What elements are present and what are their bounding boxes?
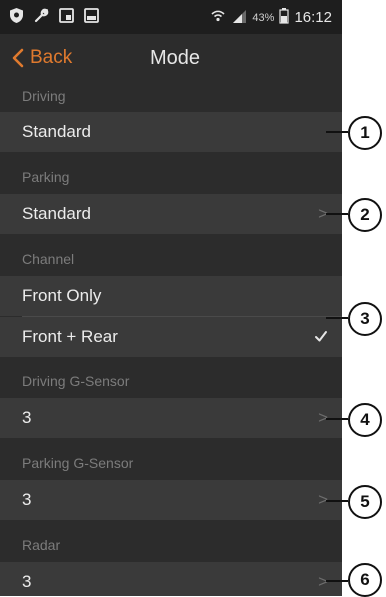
row-value: 3	[22, 572, 32, 591]
row-radar[interactable]: 3 >	[0, 562, 342, 596]
phone-screen: 43% 16:12 Back Mode Driving Standard Par…	[0, 0, 342, 596]
section-label-driving: Driving	[0, 82, 342, 116]
callout-leader-line	[326, 580, 348, 582]
row-parking-mode[interactable]: Standard >	[0, 194, 342, 234]
nav-bar: Back Mode	[0, 34, 342, 84]
row-value: Standard	[22, 122, 91, 141]
wifi-icon	[210, 8, 226, 27]
image-icon	[83, 7, 100, 24]
signal-icon	[231, 8, 247, 27]
row-value: 3	[22, 408, 32, 427]
section-label-parking: Parking	[0, 163, 342, 197]
row-value: 3	[22, 490, 32, 509]
callout-leader-line	[326, 213, 348, 215]
callout-3: 3	[348, 302, 382, 336]
callout-6: 6	[348, 563, 382, 597]
section-label-driving-g-sensor: Driving G-Sensor	[0, 367, 342, 401]
callout-leader-line	[326, 131, 348, 133]
row-driving-mode[interactable]: Standard	[0, 112, 342, 152]
row-value: Front + Rear	[22, 327, 118, 346]
battery-percent: 43%	[252, 11, 275, 24]
wrench-icon	[33, 7, 50, 24]
callout-leader-line	[326, 317, 348, 319]
page-title: Mode	[150, 47, 201, 69]
checkmark-icon	[315, 331, 327, 342]
callout-leader-line	[326, 418, 348, 420]
row-channel-front-rear[interactable]: Front + Rear	[0, 317, 342, 357]
battery-icon	[279, 8, 290, 27]
row-value: Standard	[22, 204, 91, 223]
row-parking-g-sensor[interactable]: 3 >	[0, 480, 342, 520]
row-driving-g-sensor[interactable]: 3 >	[0, 398, 342, 438]
chevron-right-icon: >	[318, 572, 328, 591]
callout-2: 2	[348, 198, 382, 232]
section-label-parking-g-sensor: Parking G-Sensor	[0, 449, 342, 483]
back-label: Back	[30, 47, 73, 68]
callout-5: 5	[348, 485, 382, 519]
row-channel-front-only[interactable]: Front Only	[0, 276, 342, 316]
back-button[interactable]: Back	[12, 47, 72, 69]
clock: 16:12	[294, 9, 332, 26]
callout-1: 1	[348, 116, 382, 150]
screenshot-icon	[58, 7, 75, 24]
section-label-radar: Radar	[0, 531, 342, 565]
status-bar: 43% 16:12	[0, 0, 342, 34]
section-label-channel: Channel	[0, 245, 342, 279]
shield-icon	[8, 7, 25, 24]
row-value: Front Only	[22, 286, 102, 305]
callout-leader-line	[326, 500, 348, 502]
callout-4: 4	[348, 403, 382, 437]
chevron-left-icon	[12, 48, 24, 68]
